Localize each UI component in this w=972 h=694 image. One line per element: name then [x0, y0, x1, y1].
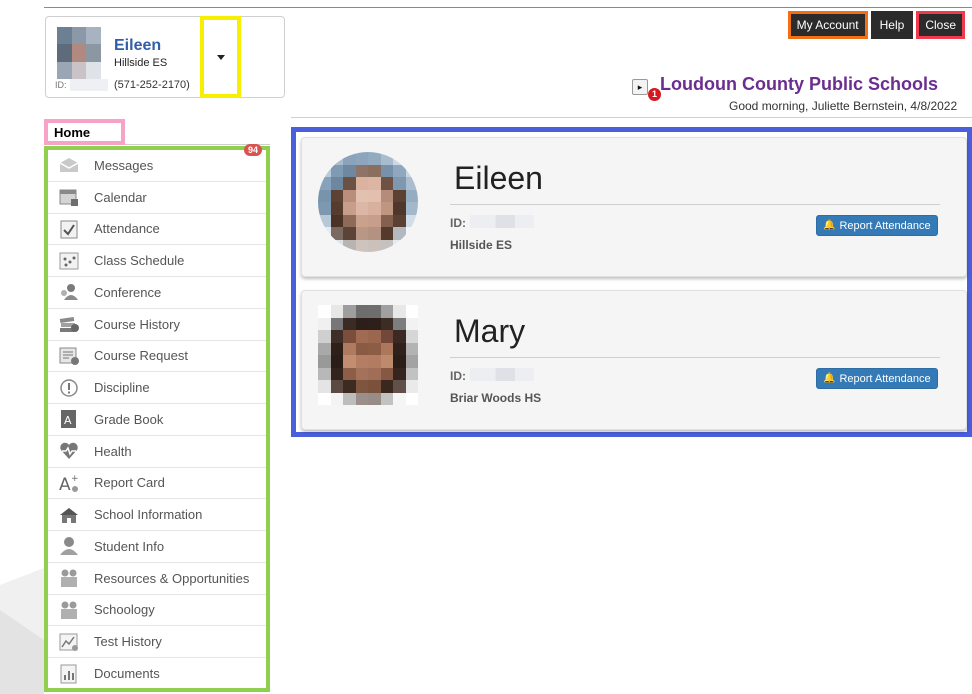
sidebar-item-label: Attendance — [94, 221, 160, 237]
student-card-name: Eileen — [454, 160, 543, 196]
megaphone-icon[interactable]: ▸ — [632, 79, 648, 95]
class-schedule-icon — [58, 251, 80, 271]
sidebar-item-documents[interactable]: Documents — [48, 658, 266, 690]
close-button[interactable]: Close — [916, 11, 965, 39]
sidebar-item-label: School Information — [94, 507, 203, 523]
top-divider — [44, 7, 972, 8]
school-information-icon — [58, 505, 80, 525]
report-attendance-button[interactable]: 🔔 Report Attendance — [816, 368, 938, 389]
caret-down-icon — [216, 54, 225, 60]
sidebar-item-messages[interactable]: Messages 94 — [48, 144, 266, 182]
student-selector[interactable]: Eileen Hillside ES ID: (571-252-2170) — [45, 16, 285, 98]
sidebar-item-class-schedule[interactable]: Class Schedule — [48, 245, 266, 277]
student-dropdown-button[interactable] — [200, 16, 241, 98]
student-card-name: Mary — [454, 313, 526, 349]
messages-count-badge: 94 — [243, 144, 262, 156]
sidebar-item-report-card[interactable]: A + Report Card — [48, 468, 266, 500]
student-card-eileen[interactable]: Eileen ID: Hillside ES 🔔 Report Attendan… — [301, 137, 967, 277]
sidebar-item-label: Schoology — [94, 602, 155, 618]
sidebar-item-conference[interactable]: Conference — [48, 277, 266, 309]
student-id-redacted — [470, 215, 534, 228]
sidebar-item-resources[interactable]: Resources & Opportunities — [48, 563, 266, 595]
home-link[interactable]: Home — [44, 119, 125, 145]
sidebar-item-label: Course History — [94, 316, 180, 332]
header-divider — [291, 117, 972, 118]
student-cards-panel: Eileen ID: Hillside ES 🔔 Report Attendan… — [291, 127, 972, 437]
sidebar-item-label: Report Card — [94, 475, 165, 491]
schoology-icon — [58, 600, 80, 620]
sidebar-item-schoology[interactable]: Schoology — [48, 595, 266, 627]
health-icon — [58, 441, 80, 461]
report-attendance-label: Report Attendance — [839, 372, 931, 385]
student-card-mary[interactable]: Mary ID: Briar Woods HS 🔔 Report Attenda… — [301, 290, 967, 430]
student-info-icon — [58, 536, 80, 556]
sidebar-item-label: Resources & Opportunities — [94, 570, 250, 586]
student-phone: (571-252-2170) — [114, 79, 190, 91]
student-name: Eileen — [114, 37, 162, 54]
help-button[interactable]: Help — [870, 11, 914, 39]
course-history-icon — [58, 314, 80, 334]
sidebar-item-discipline[interactable]: Discipline — [48, 372, 266, 404]
sidebar-item-health[interactable]: Health — [48, 436, 266, 468]
sidebar-item-label: Course Request — [94, 348, 188, 364]
student-card-school: Briar Woods HS — [450, 391, 542, 405]
sidebar-item-label: Discipline — [94, 380, 150, 396]
sidebar-item-label: Test History — [94, 634, 162, 650]
student-id-label: ID: — [55, 80, 67, 90]
student-id-redacted — [470, 368, 534, 381]
sidebar-item-label: Documents — [94, 666, 160, 682]
report-card-icon: A + — [58, 473, 80, 493]
documents-icon — [58, 664, 80, 684]
bell-icon: 🔔 — [823, 220, 836, 231]
student-avatar — [57, 27, 101, 79]
sidebar-item-course-request[interactable]: Course Request — [48, 341, 266, 373]
sidebar-item-label: Student Info — [94, 538, 165, 554]
sidebar-item-label: Messages — [94, 157, 154, 173]
card-divider — [450, 204, 940, 205]
student-avatar — [318, 152, 418, 252]
calendar-icon — [58, 187, 80, 207]
sidebar-item-label: Class Schedule — [94, 253, 185, 269]
course-request-icon — [58, 346, 80, 366]
student-id-redacted — [70, 79, 108, 91]
greeting-text: Good morning, Juliette Bernstein, 4/8/20… — [729, 99, 958, 113]
sidebar-item-course-history[interactable]: Course History — [48, 309, 266, 341]
sidebar-item-grade-book[interactable]: A Grade Book — [48, 404, 266, 436]
student-card-school: Hillside ES — [450, 238, 513, 252]
messages-icon — [58, 155, 80, 175]
top-button-bar: My Account Help Close — [787, 11, 965, 39]
svg-text:A: A — [59, 475, 71, 493]
district-title: Loudoun County Public Schools — [660, 74, 938, 94]
sidebar-item-label: Calendar — [94, 189, 147, 205]
sidebar-nav: Messages 94 Calendar Attendance Class Sc… — [44, 144, 270, 692]
discipline-icon — [58, 378, 80, 398]
sidebar-item-school-information[interactable]: School Information — [48, 499, 266, 531]
sidebar-item-label: Conference — [94, 284, 162, 300]
card-divider — [450, 357, 940, 358]
sidebar-item-label: Health — [94, 443, 132, 459]
sidebar-item-attendance[interactable]: Attendance — [48, 214, 266, 246]
attendance-icon — [58, 219, 80, 239]
report-attendance-button[interactable]: 🔔 Report Attendance — [816, 215, 938, 236]
sidebar-item-test-history[interactable]: Test History — [48, 626, 266, 658]
test-history-icon — [58, 632, 80, 652]
student-avatar — [318, 305, 418, 405]
sidebar-item-calendar[interactable]: Calendar — [48, 182, 266, 214]
grade-book-icon: A — [58, 409, 80, 429]
student-card-id-label: ID: — [450, 369, 466, 383]
svg-text:A: A — [64, 414, 72, 427]
svg-text:+: + — [71, 474, 79, 484]
sidebar-item-student-info[interactable]: Student Info — [48, 531, 266, 563]
my-account-button[interactable]: My Account — [787, 11, 868, 39]
conference-icon — [58, 282, 80, 302]
resources-icon — [58, 568, 80, 588]
sidebar-item-label: Grade Book — [94, 411, 164, 427]
student-card-id-label: ID: — [450, 216, 466, 230]
student-school: Hillside ES — [114, 57, 168, 69]
bell-icon: 🔔 — [823, 373, 836, 384]
report-attendance-label: Report Attendance — [839, 219, 931, 232]
